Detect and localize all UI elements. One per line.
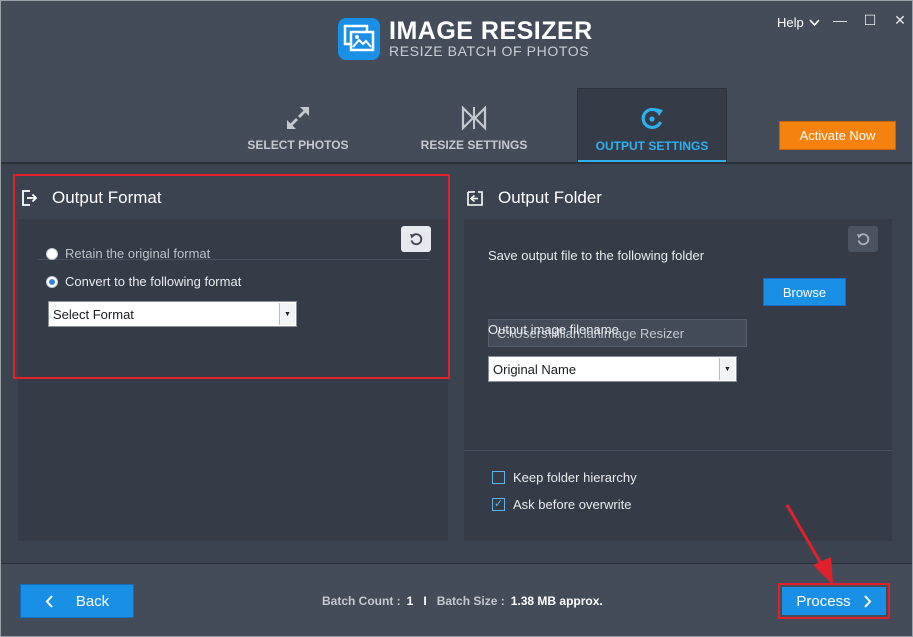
undo-icon — [857, 233, 870, 246]
format-select-value: Select Format — [53, 306, 134, 322]
batch-size-value: 1.38 MB approx. — [510, 594, 603, 608]
undo-icon — [410, 233, 423, 246]
keep-hierarchy-option[interactable]: Keep folder hierarchy — [492, 470, 637, 485]
tab-select-photos[interactable]: SELECT PHOTOS — [223, 88, 373, 163]
reset-format-button[interactable] — [401, 226, 431, 252]
chevron-left-icon — [45, 594, 53, 608]
format-select[interactable]: Select Format ▼ — [48, 301, 297, 327]
process-button[interactable]: Process — [782, 587, 886, 615]
batch-count-label: Batch Count : — [322, 594, 401, 608]
filename-label: Output image filename — [488, 322, 619, 337]
tab-resize-settings[interactable]: RESIZE SETTINGS — [399, 88, 549, 163]
image-resizer-logo-icon — [338, 18, 380, 60]
retain-format-label: Retain the original format — [65, 246, 211, 261]
batch-size-label: Batch Size : — [436, 594, 505, 608]
reset-folder-button[interactable] — [848, 226, 878, 252]
output-format-body: Retain the original format Convert to th… — [18, 219, 448, 541]
batch-separator: I — [423, 594, 427, 608]
process-highlight: Process — [778, 583, 890, 619]
export-icon — [22, 190, 38, 206]
back-button[interactable]: Back — [20, 584, 134, 618]
checkbox-checked[interactable]: ✓ — [492, 498, 505, 511]
convert-format-option[interactable]: Convert to the following format — [46, 274, 241, 289]
dropdown-arrow-icon: ▼ — [719, 358, 735, 380]
minimize-button[interactable]: — — [831, 11, 849, 29]
ask-overwrite-option[interactable]: ✓ Ask before overwrite — [492, 497, 632, 512]
ask-overwrite-label: Ask before overwrite — [513, 497, 632, 512]
chevron-down-icon — [809, 18, 820, 26]
app-subtitle: RESIZE BATCH OF PHOTOS — [389, 43, 590, 59]
batch-count-value: 1 — [406, 594, 414, 608]
divider — [464, 450, 892, 451]
filename-select-value: Original Name — [493, 361, 577, 377]
resize-bowtie-icon — [461, 105, 487, 131]
output-format-header: Output Format — [18, 177, 448, 219]
back-label: Back — [75, 592, 110, 610]
maximize-button[interactable]: ☐ — [861, 11, 879, 29]
output-folder-body: Save output file to the following folder… — [464, 219, 892, 541]
tab-label: RESIZE SETTINGS — [420, 138, 528, 152]
radio-button[interactable] — [46, 275, 58, 288]
chevron-right-icon — [863, 594, 871, 608]
app-window: IMAGE RESIZER RESIZE BATCH OF PHOTOS Hel… — [0, 0, 913, 637]
process-label: Process — [796, 592, 851, 610]
output-format-title: Output Format — [52, 188, 162, 207]
folder-import-icon — [467, 191, 483, 206]
minimize-icon: — — [833, 12, 847, 28]
batch-info: Batch Count : 1 I Batch Size : 1.38 MB a… — [322, 594, 603, 608]
output-folder-header: Output Folder — [464, 177, 892, 219]
maximize-icon: ☐ — [863, 12, 877, 28]
keep-hierarchy-label: Keep folder hierarchy — [513, 470, 637, 485]
close-icon: ✕ — [894, 12, 906, 28]
radio-button[interactable] — [46, 247, 58, 260]
retain-format-option[interactable]: Retain the original format — [46, 246, 210, 261]
refresh-circle-icon — [641, 107, 663, 130]
dropdown-arrow-icon: ▼ — [279, 303, 295, 325]
tab-label: OUTPUT SETTINGS — [595, 139, 709, 153]
checkbox[interactable] — [492, 471, 505, 484]
footer: Back Batch Count : 1 I Batch Size : 1.38… — [1, 563, 912, 636]
close-button[interactable]: ✕ — [891, 11, 909, 29]
tab-label: SELECT PHOTOS — [247, 138, 349, 152]
browse-button[interactable]: Browse — [763, 278, 846, 306]
filename-select[interactable]: Original Name ▼ — [488, 356, 737, 382]
tab-output-settings[interactable]: OUTPUT SETTINGS — [577, 88, 727, 163]
activate-now-button[interactable]: Activate Now — [779, 121, 896, 150]
output-format-panel: Output Format Retain the original format… — [18, 177, 448, 541]
header-divider — [1, 162, 912, 164]
output-folder-title: Output Folder — [498, 188, 602, 207]
expand-arrows-icon — [287, 107, 309, 129]
save-folder-label: Save output file to the following folder — [488, 248, 705, 263]
header: IMAGE RESIZER RESIZE BATCH OF PHOTOS Hel… — [1, 1, 912, 163]
help-label: Help — [777, 15, 804, 30]
app-title: IMAGE RESIZER — [389, 17, 593, 45]
help-menu[interactable]: Help — [777, 15, 820, 30]
convert-format-label: Convert to the following format — [65, 274, 242, 289]
output-folder-panel: Output Folder Save output file to the fo… — [464, 177, 892, 541]
